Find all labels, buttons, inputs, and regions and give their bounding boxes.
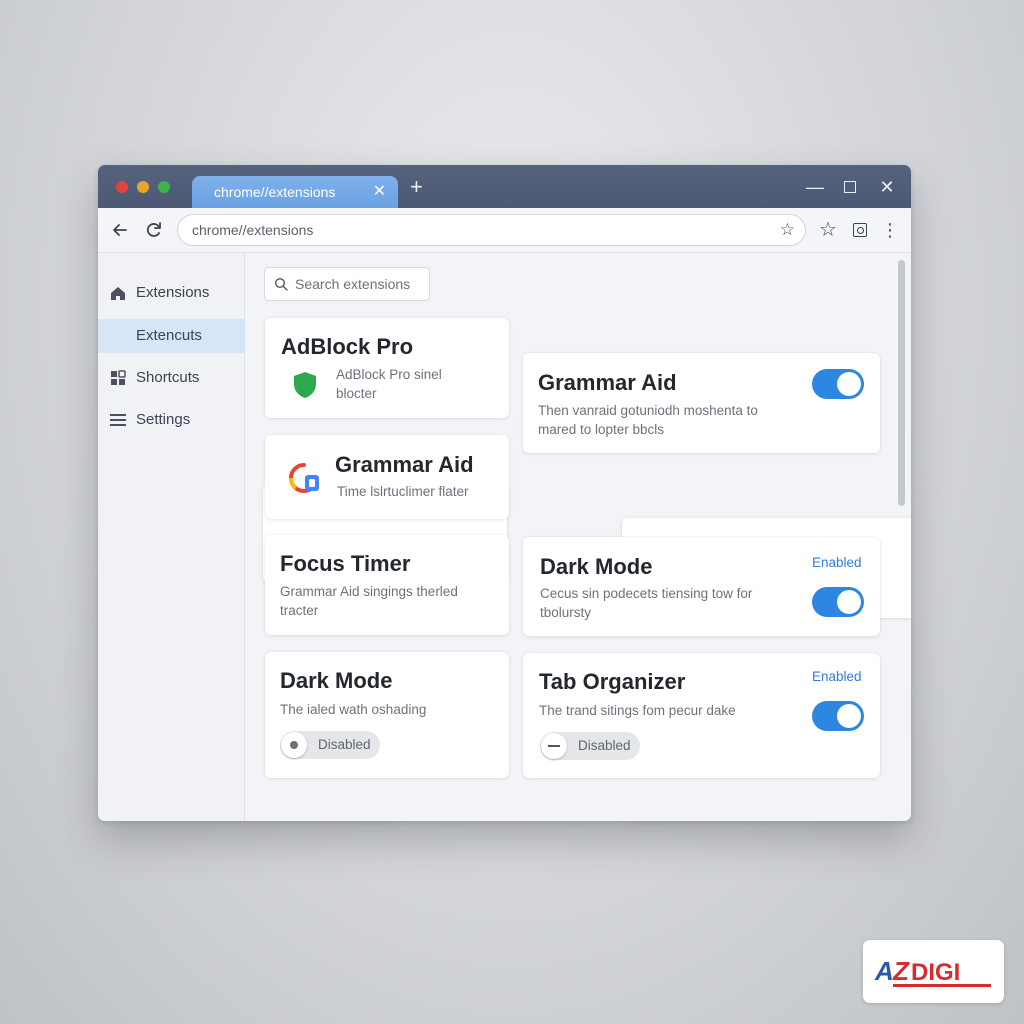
sidebar-item-label: Settings (136, 411, 191, 428)
sidebar-item-settings[interactable]: Settings (98, 403, 245, 437)
extension-card-adblock-pro[interactable]: AdBlock Pro AdBlock Pro sinel blocter (265, 318, 509, 418)
zoom-window-dot[interactable] (158, 181, 170, 193)
sidebar-item-label: Shortcuts (136, 369, 200, 386)
minimize-icon[interactable]: — (804, 175, 826, 199)
puzzle-icon (108, 361, 128, 399)
card-description: Then vanraid gotuniodh moshenta to mared… (538, 403, 758, 437)
extension-card-focus-timer[interactable]: Focus Timer Grammar Aid singings therled… (265, 535, 509, 635)
google-g-icon (289, 463, 319, 493)
tab-extensions[interactable]: chrome//extensions ✕ (192, 176, 398, 208)
card-title: Grammar Aid (538, 370, 677, 395)
toggle-label: Disabled (318, 737, 371, 752)
card-title: Focus Timer (280, 551, 411, 576)
search-input[interactable]: Search extensions (264, 267, 430, 301)
sidebar-item-label: Extensions (136, 284, 210, 301)
disabled-toggle[interactable]: Disabled (540, 732, 640, 760)
disabled-toggle[interactable]: Disabled (280, 731, 380, 759)
sidebar-item-extensions[interactable]: Extensions (98, 276, 245, 310)
kebab-menu-icon[interactable]: ⋮ (876, 216, 904, 244)
card-title: Tab Organizer (539, 669, 686, 694)
extension-card-dark-mode[interactable]: Dark Mode The ialed wath oshading Disabl… (265, 652, 509, 778)
bookmarks-star-icon[interactable]: ☆ (814, 216, 842, 244)
navigation-bar: chrome//extensions ☆ ☆ ⋮ (98, 208, 911, 253)
enable-toggle[interactable] (812, 587, 864, 617)
card-description: Cecus sin podecets tiensing tow for tbol… (540, 586, 753, 620)
card-description: The trand sitings fom pecur dake (539, 703, 736, 718)
card-title: Grammar Aid (335, 452, 474, 477)
extension-card-dark-mode-enabled[interactable]: Dark Mode Enabled Cecus sin podecets tie… (523, 537, 880, 636)
back-arrow-icon[interactable] (106, 216, 134, 244)
close-window-dot[interactable] (116, 181, 128, 193)
address-text: chrome//extensions (192, 222, 314, 238)
new-tab-button[interactable]: + (410, 173, 423, 201)
menu-icon (108, 403, 128, 440)
sidebar: Extensions Extencuts Shortcuts Settings (98, 253, 245, 821)
home-icon (108, 276, 128, 315)
enable-toggle[interactable] (812, 369, 864, 399)
extension-card-grammar-aid-enabled[interactable]: Grammar Aid Then vanraid gotuniodh moshe… (523, 353, 880, 453)
search-icon (274, 268, 288, 302)
tab-title: chrome//extensions (214, 184, 336, 200)
search-placeholder: Search extensions (295, 276, 411, 292)
status-badge: Enabled (812, 669, 862, 684)
title-bar: chrome//extensions ✕ + — ✕ (98, 165, 911, 208)
window-close-icon[interactable]: ✕ (876, 175, 898, 199)
svg-text:DIGI: DIGI (911, 959, 960, 986)
extension-card-tab-organizer[interactable]: Tab Organizer Enabled The trand sitings … (523, 653, 880, 778)
extension-card-grammar-aid[interactable]: Grammar Aid Time lslrtuclimer flater (265, 435, 509, 519)
enable-toggle[interactable] (812, 701, 864, 731)
card-title: Dark Mode (540, 554, 653, 579)
toggle-label: Disabled (578, 738, 631, 753)
svg-text:A: A (874, 956, 894, 986)
sidebar-item-extencuts[interactable]: Extencuts (98, 319, 245, 353)
sidebar-item-label: Extencuts (136, 327, 202, 344)
card-description: Time lslrtuclimer flater (337, 484, 469, 499)
card-description: Grammar Aid singings therled tracter (280, 584, 458, 618)
maximize-icon[interactable] (839, 175, 861, 199)
svg-text:Z: Z (892, 956, 910, 986)
tab-close-icon[interactable]: ✕ (373, 176, 386, 208)
status-badge: Enabled (812, 555, 862, 570)
azdigi-logo: A Z DIGI (863, 940, 1004, 1003)
card-description: The ialed wath oshading (280, 702, 427, 717)
address-bar[interactable]: chrome//extensions ☆ (177, 214, 806, 246)
reload-icon[interactable] (140, 216, 168, 244)
shield-icon (294, 372, 316, 398)
card-description: AdBlock Pro sinel blocter (336, 367, 442, 401)
bookmark-star-icon[interactable]: ☆ (780, 215, 795, 245)
sidebar-item-shortcuts[interactable]: Shortcuts (98, 361, 245, 395)
minimize-window-dot[interactable] (137, 181, 149, 193)
scrollbar[interactable] (898, 260, 905, 506)
extension-icon[interactable] (846, 216, 874, 244)
card-title: AdBlock Pro (281, 334, 414, 359)
card-title: Dark Mode (280, 668, 393, 693)
